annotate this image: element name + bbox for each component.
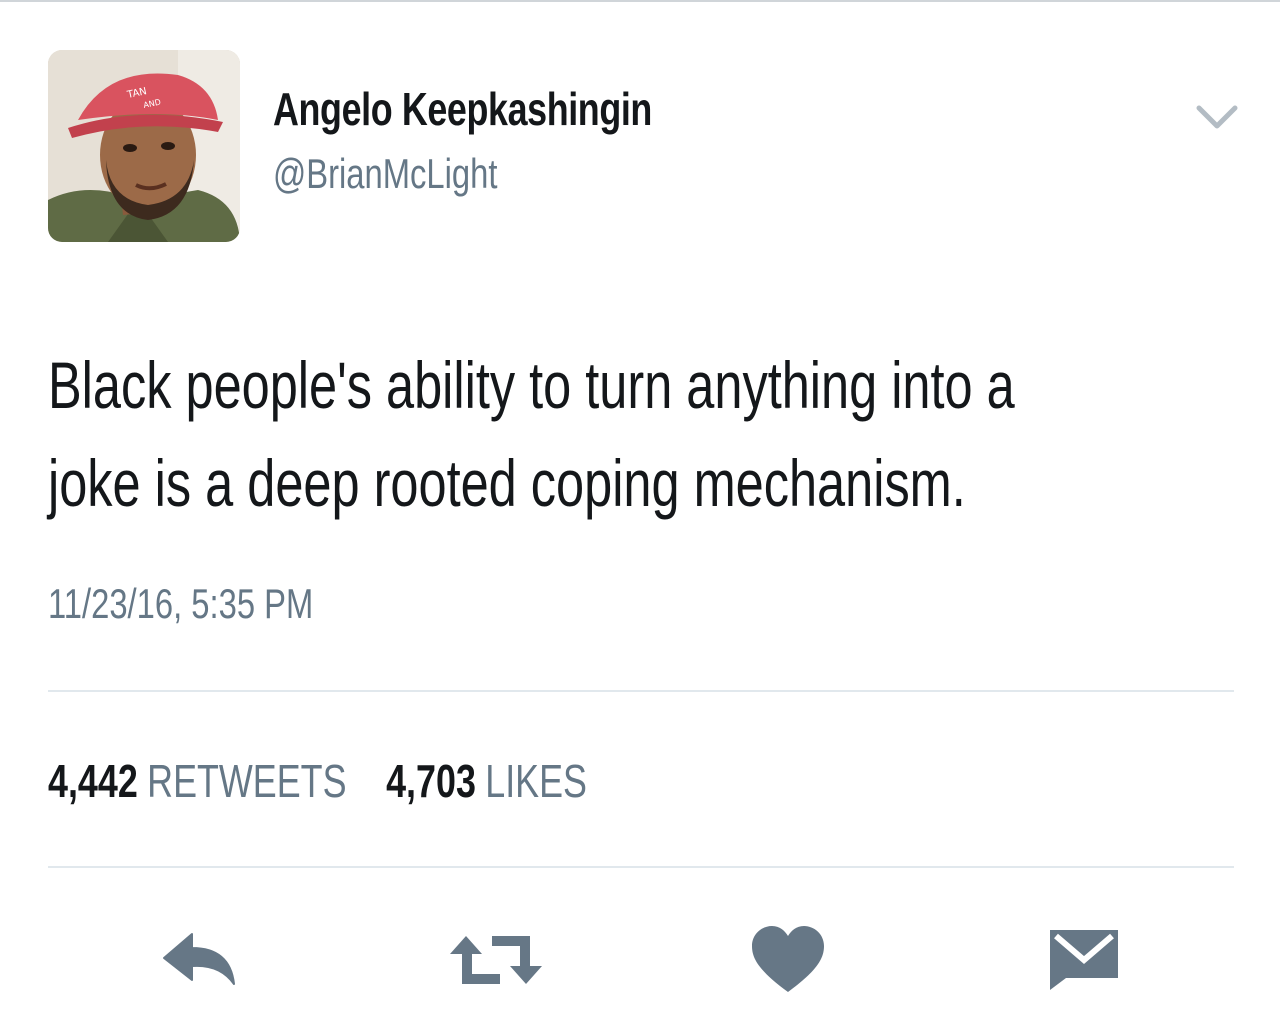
tweet-stats: 4,442 RETWEETS 4,703 LIKES [48, 754, 617, 808]
author-name[interactable]: Angelo Keepkashingin [273, 82, 652, 136]
avatar[interactable]: TAN AND [48, 50, 240, 242]
direct-message-button[interactable] [1044, 920, 1124, 1000]
likes-stat[interactable]: 4,703 LIKES [386, 754, 587, 808]
tweet-text: Black people's ability to turn anything … [48, 336, 1196, 532]
retweet-icon [450, 936, 542, 984]
chevron-down-icon [1196, 105, 1238, 129]
envelope-icon [1050, 930, 1118, 990]
retweets-count: 4,442 [48, 755, 138, 807]
tweet-text-line: Black people's ability to turn anything … [48, 348, 1015, 422]
divider [48, 690, 1234, 692]
avatar-photo: TAN AND [48, 50, 240, 242]
reply-button[interactable] [158, 920, 238, 1000]
like-button[interactable] [748, 920, 828, 1000]
retweets-label: RETWEETS [147, 755, 347, 807]
likes-label: LIKES [485, 755, 587, 807]
tweet-timestamp[interactable]: 11/23/16, 5:35 PM [48, 580, 313, 628]
heart-icon [752, 926, 824, 992]
top-border [0, 0, 1280, 2]
divider [48, 866, 1234, 868]
retweet-button[interactable] [446, 920, 542, 1000]
retweets-stat[interactable]: 4,442 RETWEETS [48, 754, 346, 808]
tweet-text-line: joke is a deep rooted coping mechanism. [48, 446, 966, 520]
author-handle[interactable]: @BrianMcLight [273, 150, 497, 198]
likes-count: 4,703 [386, 755, 476, 807]
reply-icon [163, 933, 235, 985]
tweet-menu-button[interactable] [1194, 102, 1240, 132]
